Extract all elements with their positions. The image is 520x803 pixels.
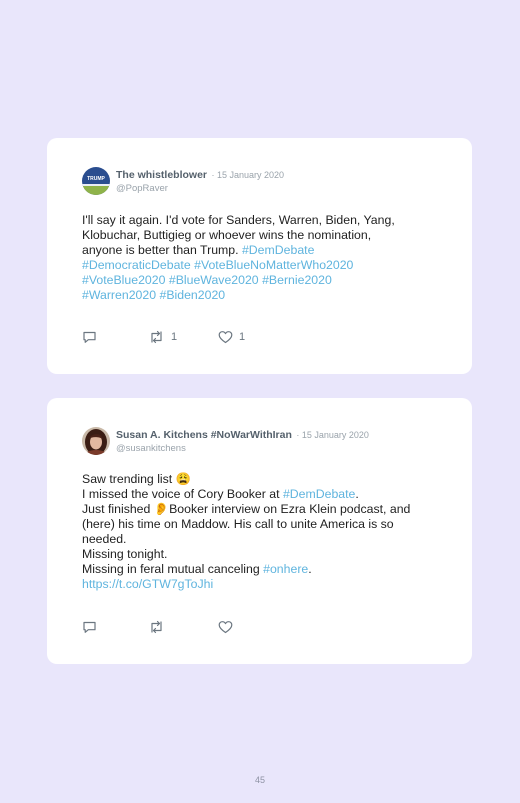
tweet-text-segment: Klobuchar, Buttigieg or whoever wins the… bbox=[82, 228, 372, 242]
avatar[interactable] bbox=[82, 427, 110, 455]
retweet-icon bbox=[151, 620, 162, 634]
tweet-text-segment: needed. bbox=[82, 532, 127, 546]
hashtag-link[interactable]: #Bernie2020 bbox=[262, 273, 332, 287]
heart-icon bbox=[218, 331, 233, 344]
tweet-line: Missing tonight. bbox=[82, 547, 447, 562]
tweet-line: Klobuchar, Buttigieg or whoever wins the… bbox=[82, 228, 447, 243]
hashtag-link[interactable]: #DemDebate bbox=[242, 243, 314, 257]
reply-button[interactable] bbox=[82, 330, 97, 344]
tweet-line: Saw trending list 😩 bbox=[82, 472, 447, 487]
reply-button[interactable] bbox=[82, 620, 97, 634]
tweet-text-segment: . bbox=[355, 487, 359, 501]
hashtag-link[interactable]: #DemDebate bbox=[283, 487, 355, 501]
tweet-line: Missing in feral mutual canceling #onher… bbox=[82, 562, 447, 577]
tweet-date: · 15 January 2020 bbox=[296, 430, 369, 440]
author-handle[interactable]: @susankitchens bbox=[116, 442, 369, 455]
tweet-line: #Warren2020 #Biden2020 bbox=[82, 288, 447, 303]
tweet-actions: 1 1 bbox=[82, 330, 282, 346]
retweet-button[interactable]: 1 bbox=[148, 330, 177, 344]
tweet-card: TRUMP The whistleblower · 15 January 202… bbox=[47, 138, 472, 374]
hashtag-link[interactable]: #Warren2020 bbox=[82, 288, 156, 302]
hashtag-link[interactable]: #Biden2020 bbox=[159, 288, 225, 302]
like-count: 1 bbox=[239, 331, 246, 343]
hashtag-link[interactable]: #VoteBlueNoMatterWho2020 bbox=[194, 258, 353, 272]
avatar-image bbox=[82, 427, 110, 455]
like-button[interactable]: 1 bbox=[218, 330, 245, 344]
hashtag-link[interactable]: #DemocraticDebate bbox=[82, 258, 191, 272]
retweet-count: 1 bbox=[171, 331, 178, 343]
tweet-header: Susan A. Kitchens #NoWarWithIran · 15 Ja… bbox=[116, 427, 369, 455]
tweet-line: I missed the voice of Cory Booker at #De… bbox=[82, 487, 447, 502]
tweet-text-segment: Saw trending list 😩 bbox=[82, 472, 191, 486]
avatar[interactable]: TRUMP bbox=[82, 167, 110, 195]
tweet-text: I'll say it again. I'd vote for Sanders,… bbox=[82, 213, 447, 303]
tweet-actions bbox=[82, 620, 282, 636]
reply-icon bbox=[83, 331, 96, 343]
reply-icon bbox=[83, 621, 96, 633]
hashtag-link[interactable]: #onhere bbox=[263, 562, 308, 576]
author-handle[interactable]: @PopRaver bbox=[116, 182, 284, 195]
tweet-line: Just finished 👂Booker interview on Ezra … bbox=[82, 502, 447, 517]
tweet-line: anyone is better than Trump. #DemDebate bbox=[82, 243, 447, 258]
hashtag-link[interactable]: #VoteBlue2020 bbox=[82, 273, 165, 287]
like-button[interactable] bbox=[218, 620, 239, 634]
tweet-line: I'll say it again. I'd vote for Sanders,… bbox=[82, 213, 447, 228]
tweet-text-segment: (here) his time on Maddow. His call to u… bbox=[82, 517, 394, 531]
tweet-text-segment: I'll say it again. I'd vote for Sanders,… bbox=[82, 213, 395, 227]
tweet-line: #DemocraticDebate #VoteBlueNoMatterWho20… bbox=[82, 258, 447, 273]
tweet-card: Susan A. Kitchens #NoWarWithIran · 15 Ja… bbox=[47, 398, 472, 664]
hashtag-link[interactable]: #BlueWave2020 bbox=[169, 273, 259, 287]
tweet-text-segment: . bbox=[308, 562, 312, 576]
tweet-line: (here) his time on Maddow. His call to u… bbox=[82, 517, 447, 532]
tweet-date: · 15 January 2020 bbox=[211, 170, 285, 180]
tweet-link[interactable]: https://t.co/GTW7gToJhi bbox=[82, 577, 213, 591]
tweet-text-segment: Missing in feral mutual canceling bbox=[82, 562, 264, 576]
page-number: 45 bbox=[254, 775, 265, 785]
retweet-button[interactable] bbox=[148, 620, 171, 634]
tweet-line: #VoteBlue2020 #BlueWave2020 #Bernie2020 bbox=[82, 273, 447, 288]
author-name[interactable]: Susan A. Kitchens #NoWarWithIran bbox=[116, 429, 292, 441]
tweet-text-segment: anyone is better than Trump. bbox=[82, 243, 242, 257]
tweet-line: https://t.co/GTW7gToJhi bbox=[82, 577, 447, 592]
author-name[interactable]: The whistleblower bbox=[116, 169, 207, 181]
tweet-header: The whistleblower · 15 January 2020 @Pop… bbox=[116, 167, 284, 195]
tweet-text-segment: I missed the voice of Cory Booker at bbox=[82, 487, 283, 501]
heart-icon bbox=[218, 621, 233, 634]
avatar-image: TRUMP bbox=[82, 167, 110, 195]
tweet-line: needed. bbox=[82, 532, 447, 547]
tweet-text: Saw trending list 😩 I missed the voice of… bbox=[82, 472, 447, 592]
avatar-logo-text: TRUMP bbox=[87, 176, 105, 182]
tweet-text-segment: Missing tonight. bbox=[82, 547, 168, 561]
retweet-icon bbox=[151, 330, 162, 344]
tweet-text-segment: Just finished 👂Booker interview on Ezra … bbox=[82, 502, 411, 516]
